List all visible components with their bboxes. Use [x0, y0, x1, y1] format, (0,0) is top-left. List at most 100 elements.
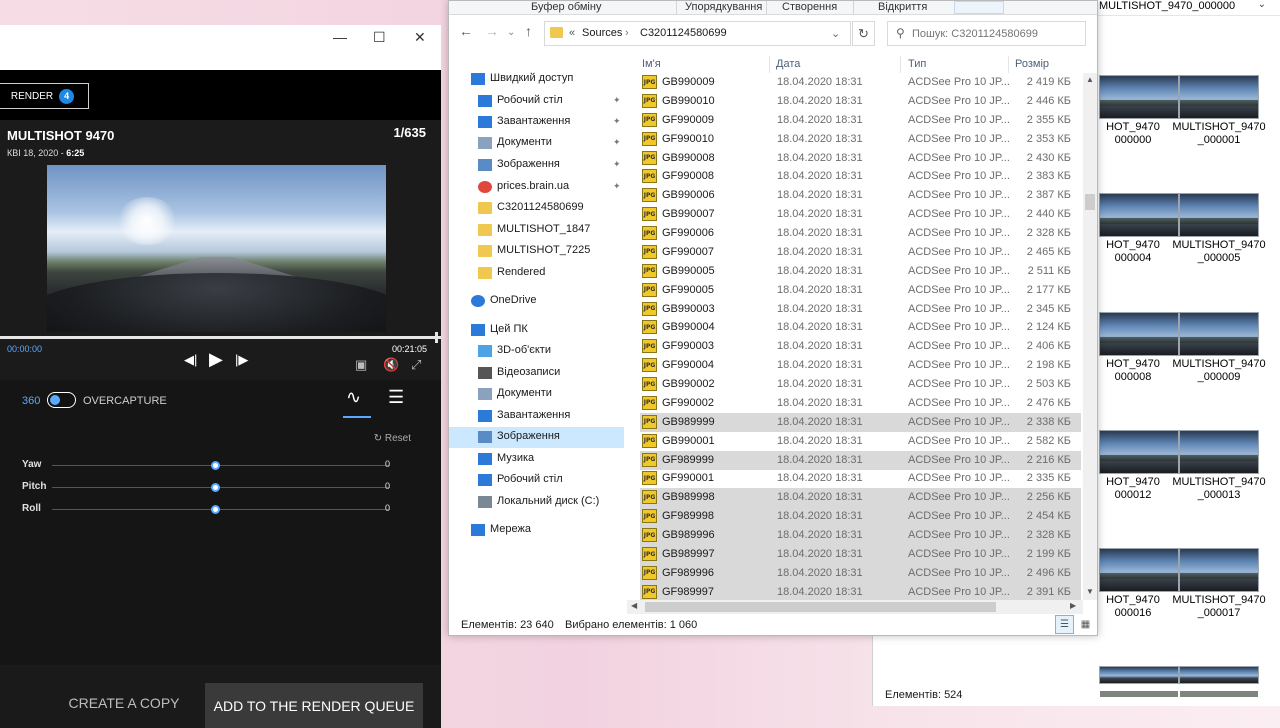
- file-row[interactable]: JPG GB990003 18.04.2020 18:31 ACDSee Pro 10…: [640, 300, 1081, 319]
- refresh-icon[interactable]: ↻: [852, 21, 875, 46]
- play-icon[interactable]: ▶: [209, 349, 223, 370]
- image-thumbnail[interactable]: [1099, 312, 1179, 356]
- nav-item[interactable]: Завантаження ✦: [449, 112, 624, 133]
- nav-item[interactable]: Робочий стіл ✦: [449, 91, 624, 112]
- render-button[interactable]: RENDER 4: [0, 83, 89, 109]
- slider-knob[interactable]: [211, 461, 220, 470]
- file-row[interactable]: JPG GF989996 18.04.2020 18:31 ACDSee Pro 10…: [640, 563, 1081, 583]
- search-box[interactable]: ⚲: [887, 21, 1086, 46]
- mute-icon[interactable]: 🔇: [383, 357, 399, 373]
- file-row[interactable]: JPG GF990003 18.04.2020 18:31 ACDSee Pro 10…: [640, 337, 1081, 356]
- column-divider[interactable]: [769, 56, 770, 73]
- scroll-up-icon[interactable]: ▲: [1086, 75, 1094, 84]
- nav-item[interactable]: Музика: [449, 449, 624, 470]
- keyframe-curve-icon[interactable]: ∿: [346, 387, 361, 408]
- close-icon[interactable]: ✕: [414, 29, 426, 46]
- address-bar[interactable]: « Sources › C3201124580699 ⌄: [544, 21, 851, 46]
- column-header-size[interactable]: Розмір: [1015, 58, 1049, 70]
- file-row[interactable]: JPG GF990007 18.04.2020 18:31 ACDSee Pro 10…: [640, 243, 1081, 262]
- up-arrow-icon[interactable]: ↑: [525, 23, 532, 39]
- ribbon-group-clipboard[interactable]: Буфер обміну: [531, 1, 601, 13]
- nav-item[interactable]: Зображення ✦: [449, 155, 624, 176]
- file-row[interactable]: JPG GB990001 18.04.2020 18:31 ACDSee Pro 10…: [640, 432, 1081, 451]
- file-row[interactable]: JPG GF990004 18.04.2020 18:31 ACDSee Pro 10…: [640, 356, 1081, 375]
- video-preview[interactable]: [47, 165, 386, 332]
- column-header-name[interactable]: Ім'я: [642, 58, 661, 70]
- image-thumbnail[interactable]: [1179, 430, 1259, 474]
- slider-knob[interactable]: [211, 483, 220, 492]
- details-view-icon[interactable]: ☰: [1055, 615, 1074, 634]
- slider-track[interactable]: [52, 509, 390, 510]
- file-row[interactable]: JPG GF990010 18.04.2020 18:31 ACDSee Pro 10…: [640, 130, 1081, 149]
- recent-chevron-icon[interactable]: ⌄: [507, 27, 515, 38]
- large-icons-view-icon[interactable]: ▦: [1076, 615, 1095, 634]
- nav-item[interactable]: Зображення: [449, 427, 624, 448]
- nav-item[interactable]: Документи: [449, 384, 624, 405]
- nav-item[interactable]: MULTISHOT_7225: [449, 241, 624, 262]
- file-row[interactable]: JPG GB990009 18.04.2020 18:31 ACDSee Pro 10…: [640, 73, 1081, 92]
- nav-item[interactable]: Відеозаписи: [449, 363, 624, 384]
- breadcrumb-sources[interactable]: Sources: [582, 27, 622, 39]
- minimize-icon[interactable]: —: [333, 29, 347, 45]
- nav-item[interactable]: Робочий стіл: [449, 470, 624, 491]
- slider-track[interactable]: [52, 487, 390, 488]
- image-thumbnail[interactable]: [1099, 666, 1179, 697]
- scroll-down-icon[interactable]: ▼: [1086, 587, 1094, 596]
- address-dropdown-icon[interactable]: ⌄: [831, 27, 840, 40]
- sliders-icon[interactable]: ☰: [388, 387, 404, 408]
- create-copy-button[interactable]: CREATE A COPY: [50, 683, 198, 723]
- file-row[interactable]: JPG GB989998 18.04.2020 18:31 ACDSee Pro 10…: [640, 488, 1081, 508]
- reset-button[interactable]: ↻ Reset: [374, 433, 411, 444]
- back-arrow-icon[interactable]: ←: [459, 23, 473, 39]
- ribbon-group-organize[interactable]: Упорядкування: [685, 1, 762, 13]
- overcapture-toggle[interactable]: [47, 392, 76, 408]
- column-divider[interactable]: [1008, 56, 1009, 73]
- file-row[interactable]: JPG GB990004 18.04.2020 18:31 ACDSee Pro 10…: [640, 318, 1081, 337]
- breadcrumb-overflow[interactable]: «: [569, 27, 575, 39]
- file-row[interactable]: JPG GB989997 18.04.2020 18:31 ACDSee Pro 10…: [640, 545, 1081, 564]
- image-thumbnail[interactable]: [1099, 548, 1179, 592]
- timeline-end-handle[interactable]: [435, 332, 438, 343]
- scroll-right-icon[interactable]: ▶: [1070, 601, 1076, 610]
- scroll-left-icon[interactable]: ◀: [631, 601, 637, 610]
- slider-track[interactable]: [52, 465, 390, 466]
- image-thumbnail[interactable]: [1179, 666, 1259, 697]
- nav-item[interactable]: Завантаження: [449, 406, 624, 427]
- nav-item[interactable]: OneDrive: [449, 291, 624, 312]
- maximize-icon[interactable]: ☐: [373, 29, 386, 46]
- file-row[interactable]: JPG GB990005 18.04.2020 18:31 ACDSee Pro 10…: [640, 262, 1081, 281]
- file-row[interactable]: JPG GF990008 18.04.2020 18:31 ACDSee Pro 10…: [640, 167, 1081, 186]
- image-thumbnail[interactable]: [1179, 312, 1259, 356]
- column-divider[interactable]: [900, 56, 901, 73]
- forward-arrow-icon[interactable]: →: [485, 23, 499, 39]
- file-row[interactable]: JPG GF990006 18.04.2020 18:31 ACDSee Pro 10…: [640, 224, 1081, 243]
- next-frame-icon[interactable]: |▶: [235, 352, 248, 368]
- image-thumbnail[interactable]: [1099, 75, 1179, 119]
- nav-item[interactable]: Цей ПК: [449, 320, 624, 341]
- file-row[interactable]: JPG GF989997 18.04.2020 18:31 ACDSee Pro 10…: [640, 582, 1081, 602]
- nav-item[interactable]: Локальний диск (C:): [449, 492, 624, 513]
- ribbon-select-box[interactable]: [954, 1, 1004, 14]
- image-thumbnail[interactable]: [1099, 430, 1179, 474]
- file-row[interactable]: JPG GF989999 18.04.2020 18:31 ACDSee Pro 10…: [640, 450, 1081, 470]
- file-row[interactable]: JPG GB989999 18.04.2020 18:31 ACDSee Pro 10…: [640, 412, 1081, 432]
- file-row[interactable]: JPG GF990005 18.04.2020 18:31 ACDSee Pro 10…: [640, 281, 1081, 300]
- nav-item[interactable]: Rendered: [449, 263, 624, 284]
- nav-item[interactable]: Швидкий доступ: [449, 69, 624, 90]
- file-row[interactable]: JPG GB990006 18.04.2020 18:31 ACDSee Pro 10…: [640, 186, 1081, 205]
- image-thumbnail[interactable]: [1179, 193, 1259, 237]
- search-input[interactable]: [912, 26, 1082, 42]
- file-row[interactable]: JPG GF990001 18.04.2020 18:31 ACDSee Pro 10…: [640, 469, 1081, 488]
- add-to-render-queue-button[interactable]: ADD TO THE RENDER QUEUE: [205, 683, 423, 728]
- file-row[interactable]: JPG GF990002 18.04.2020 18:31 ACDSee Pro 10…: [640, 394, 1081, 413]
- ribbon-group-open[interactable]: Відкриття: [878, 1, 927, 13]
- horizontal-scrollbar[interactable]: ◀ ▶: [627, 600, 1083, 614]
- timeline-scrubber[interactable]: [0, 332, 441, 343]
- file-row[interactable]: JPG GF989998 18.04.2020 18:31 ACDSee Pro 10…: [640, 507, 1081, 527]
- image-thumbnail[interactable]: [1179, 75, 1259, 119]
- column-header-date[interactable]: Дата: [776, 58, 800, 70]
- ribbon-group-new[interactable]: Створення: [782, 1, 837, 13]
- snapshot-icon[interactable]: ▣: [355, 357, 367, 373]
- previous-frame-icon[interactable]: ◀​|: [184, 352, 197, 368]
- vertical-scrollbar[interactable]: ▲ ▼: [1083, 73, 1097, 600]
